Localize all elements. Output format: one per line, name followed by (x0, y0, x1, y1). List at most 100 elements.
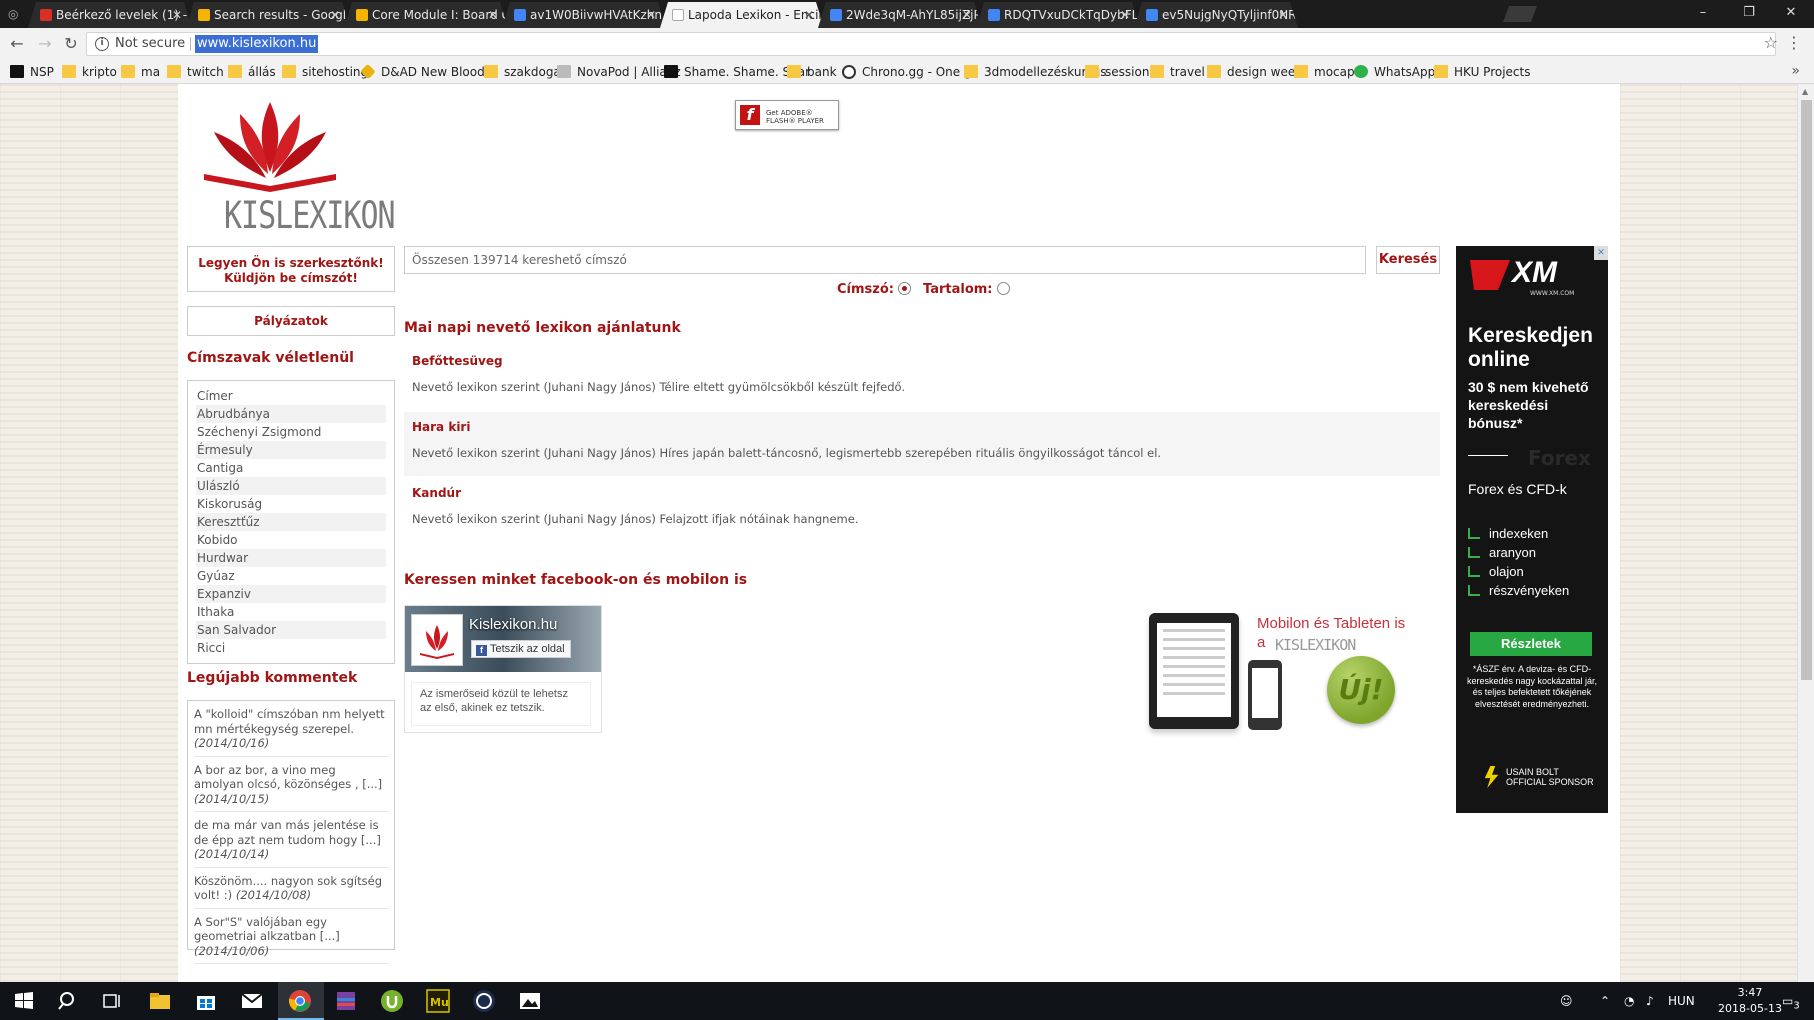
keyboard-language[interactable]: HUN (1668, 982, 1695, 1020)
browser-tab[interactable]: Core Module I: Board Ga ✕ (344, 2, 508, 28)
entry-title-link[interactable]: Kandúr (412, 486, 1432, 500)
browser-tab[interactable]: Beérkező levelek (1) - be ✕ (28, 2, 192, 28)
comment-item[interactable]: A Sor"S" valójában egy geometriai alkzat… (194, 913, 388, 964)
maximize-button[interactable]: ❐ (1726, 0, 1772, 28)
forward-icon[interactable]: → (34, 33, 56, 55)
new-tab-button[interactable] (1503, 6, 1537, 22)
tray-expand-icon[interactable]: ⌃ (1600, 982, 1610, 1020)
facebook-page-name[interactable]: Kislexikon.hu (469, 616, 557, 633)
bookmark-folder[interactable]: kripto (62, 64, 117, 80)
random-entry-link[interactable]: Kobido (196, 531, 386, 549)
mail-icon[interactable] (240, 989, 264, 1013)
random-entry-link[interactable]: Széchenyi Zsigmond (196, 423, 386, 441)
utorrent-icon[interactable] (380, 989, 404, 1013)
back-icon[interactable]: ← (6, 33, 28, 55)
comment-item[interactable]: Köszönöm.... nagyon sok sgítség volt! :)… (194, 872, 388, 909)
tab-close-icon[interactable]: ✕ (804, 2, 814, 28)
bookmark-folder[interactable]: session (1085, 64, 1149, 80)
bookmark-folder[interactable]: állás (228, 64, 276, 80)
random-entry-link[interactable]: Gyúaz (196, 567, 386, 585)
tab-close-icon[interactable]: ✕ (330, 2, 340, 28)
tab-close-icon[interactable]: ✕ (962, 2, 972, 28)
random-entry-link[interactable]: Címer (196, 387, 386, 405)
phone-illustration[interactable] (1248, 660, 1282, 730)
url-text[interactable]: www.kislexikon.hu (195, 35, 319, 53)
notifications-icon[interactable]: ▭3 (1782, 982, 1800, 1020)
browser-tab[interactable]: ev5NujgNyQTyljinf0NRi ✕ (1134, 2, 1298, 28)
bookmark-item[interactable]: WhatsApp (1354, 64, 1435, 80)
people-icon[interactable]: ☺ (1560, 982, 1573, 1020)
editor-cta-button[interactable]: Legyen Ön is szerkesztőnk! Küldjön be cí… (187, 246, 395, 292)
windows-start-icon[interactable] (12, 989, 36, 1013)
scrollbar-thumb[interactable] (1801, 100, 1812, 680)
security-label[interactable]: Not secure (115, 33, 185, 55)
tab-close-icon[interactable]: ✕ (1278, 2, 1288, 28)
volume-icon[interactable]: ♪ (1646, 982, 1654, 1020)
comment-item[interactable]: A bor az bor, a vino meg amolyan olcsó, … (194, 761, 388, 812)
random-entry-link[interactable]: Keresztťűz (196, 513, 386, 531)
flash-player-badge[interactable]: f Get ADOBE® FLASH® PLAYER (735, 100, 839, 130)
browser-menu-icon[interactable]: ⋮ (1786, 33, 1802, 52)
search-mode-content[interactable]: Tartalom: (923, 282, 1010, 297)
site-logo[interactable]: KISLEXIKON (200, 94, 396, 238)
browser-tab[interactable]: 2Wde3qM-AhYL85ijZjPr ✕ (818, 2, 982, 28)
bookmark-item[interactable]: D&AD New Blood A (360, 63, 497, 80)
browser-tab[interactable]: Search results - Google D ✕ (186, 2, 350, 28)
tablet-illustration[interactable] (1149, 613, 1239, 729)
radio-title-selected[interactable] (897, 282, 911, 295)
bookmark-folder[interactable]: travel (1150, 64, 1205, 80)
entry-title-link[interactable]: Befőttesüveg (412, 354, 1432, 368)
browser-tab[interactable]: av1W0BiivwHVAtKzhnuk ✕ (502, 2, 666, 28)
bookmark-item[interactable]: NovaPod | Allianz (557, 64, 681, 80)
random-entry-link[interactable]: Hurdwar (196, 549, 386, 567)
task-view-icon[interactable] (100, 989, 124, 1013)
random-entry-link[interactable]: Ricci (196, 639, 386, 657)
ad-close-icon[interactable]: ✕ (1594, 246, 1608, 260)
adobe-muse-icon[interactable]: Mu (426, 989, 450, 1013)
winrar-icon[interactable] (334, 989, 358, 1013)
bookmark-folder[interactable]: sitehosting (282, 64, 368, 80)
browser-tab-active[interactable]: Lapoda Lexikon - Enciklo ✕ (660, 2, 824, 28)
wifi-icon[interactable]: ◔ (1624, 982, 1634, 1020)
random-entry-link[interactable]: Abrudbánya (196, 405, 386, 423)
tab-close-icon[interactable]: ✕ (172, 2, 182, 28)
scroll-up-icon[interactable]: ▲ (1802, 87, 1808, 96)
entry-title-link[interactable]: Hara kiri (412, 420, 1432, 434)
search-mode-title[interactable]: Címszó: (837, 282, 911, 297)
page-scrollbar[interactable]: ▲ (1797, 84, 1814, 982)
random-entry-link[interactable]: Cantiga (196, 459, 386, 477)
bookmark-folder[interactable]: mocap (1294, 64, 1355, 80)
minimize-button[interactable]: – (1680, 0, 1726, 28)
xm-advertisement[interactable]: ✕ XM WWW.XM.COM Kereskedjen online 30 $ … (1456, 246, 1608, 813)
facebook-like-button[interactable]: f Tetszik az oldal (471, 640, 571, 658)
reload-icon[interactable]: ↻ (60, 33, 82, 55)
bookmarks-overflow-icon[interactable]: » (1791, 63, 1800, 79)
radio-content[interactable] (996, 282, 1010, 295)
bookmark-folder[interactable]: design week (1207, 64, 1302, 80)
tab-close-icon[interactable]: ✕ (488, 2, 498, 28)
close-window-button[interactable]: ✕ (1768, 0, 1814, 28)
search-button[interactable]: Keresés (1376, 246, 1440, 274)
bookmark-star-icon[interactable]: ☆ (1764, 33, 1778, 52)
bookmark-folder[interactable]: ma (121, 64, 160, 80)
browser-tab[interactable]: RDQTVxuDCkTqDybFL6_ ✕ (976, 2, 1140, 28)
bookmark-folder[interactable]: twitch (167, 64, 224, 80)
facebook-page-widget[interactable]: Kislexikon.hu f Tetszik az oldal Az ismer… (404, 605, 602, 733)
bookmark-item[interactable]: Chrono.gg - One ga (842, 64, 979, 80)
file-explorer-icon[interactable] (148, 989, 172, 1013)
taskbar-clock[interactable]: 3:47 2018-05-13 (1710, 985, 1790, 1017)
comment-item[interactable]: de ma már van más jelentése is de épp az… (194, 816, 388, 868)
bookmark-item[interactable]: NSP (10, 64, 54, 80)
comment-item[interactable]: A "kolloid" címszóban nm helyett mn mért… (194, 705, 388, 757)
cinema4d-icon[interactable] (472, 989, 496, 1013)
bookmark-folder[interactable]: bank (787, 64, 837, 80)
random-entry-link[interactable]: Kiskoruság (196, 495, 386, 513)
store-icon[interactable] (194, 989, 218, 1013)
search-icon[interactable] (56, 989, 80, 1013)
photos-icon[interactable] (518, 989, 542, 1013)
bookmark-folder[interactable]: HKU Projects (1434, 64, 1530, 80)
random-entry-link[interactable]: Ulászló (196, 477, 386, 495)
facebook-page-avatar[interactable] (411, 614, 463, 666)
chrome-icon[interactable] (288, 989, 312, 1013)
random-entry-link[interactable]: Expanziv (196, 585, 386, 603)
